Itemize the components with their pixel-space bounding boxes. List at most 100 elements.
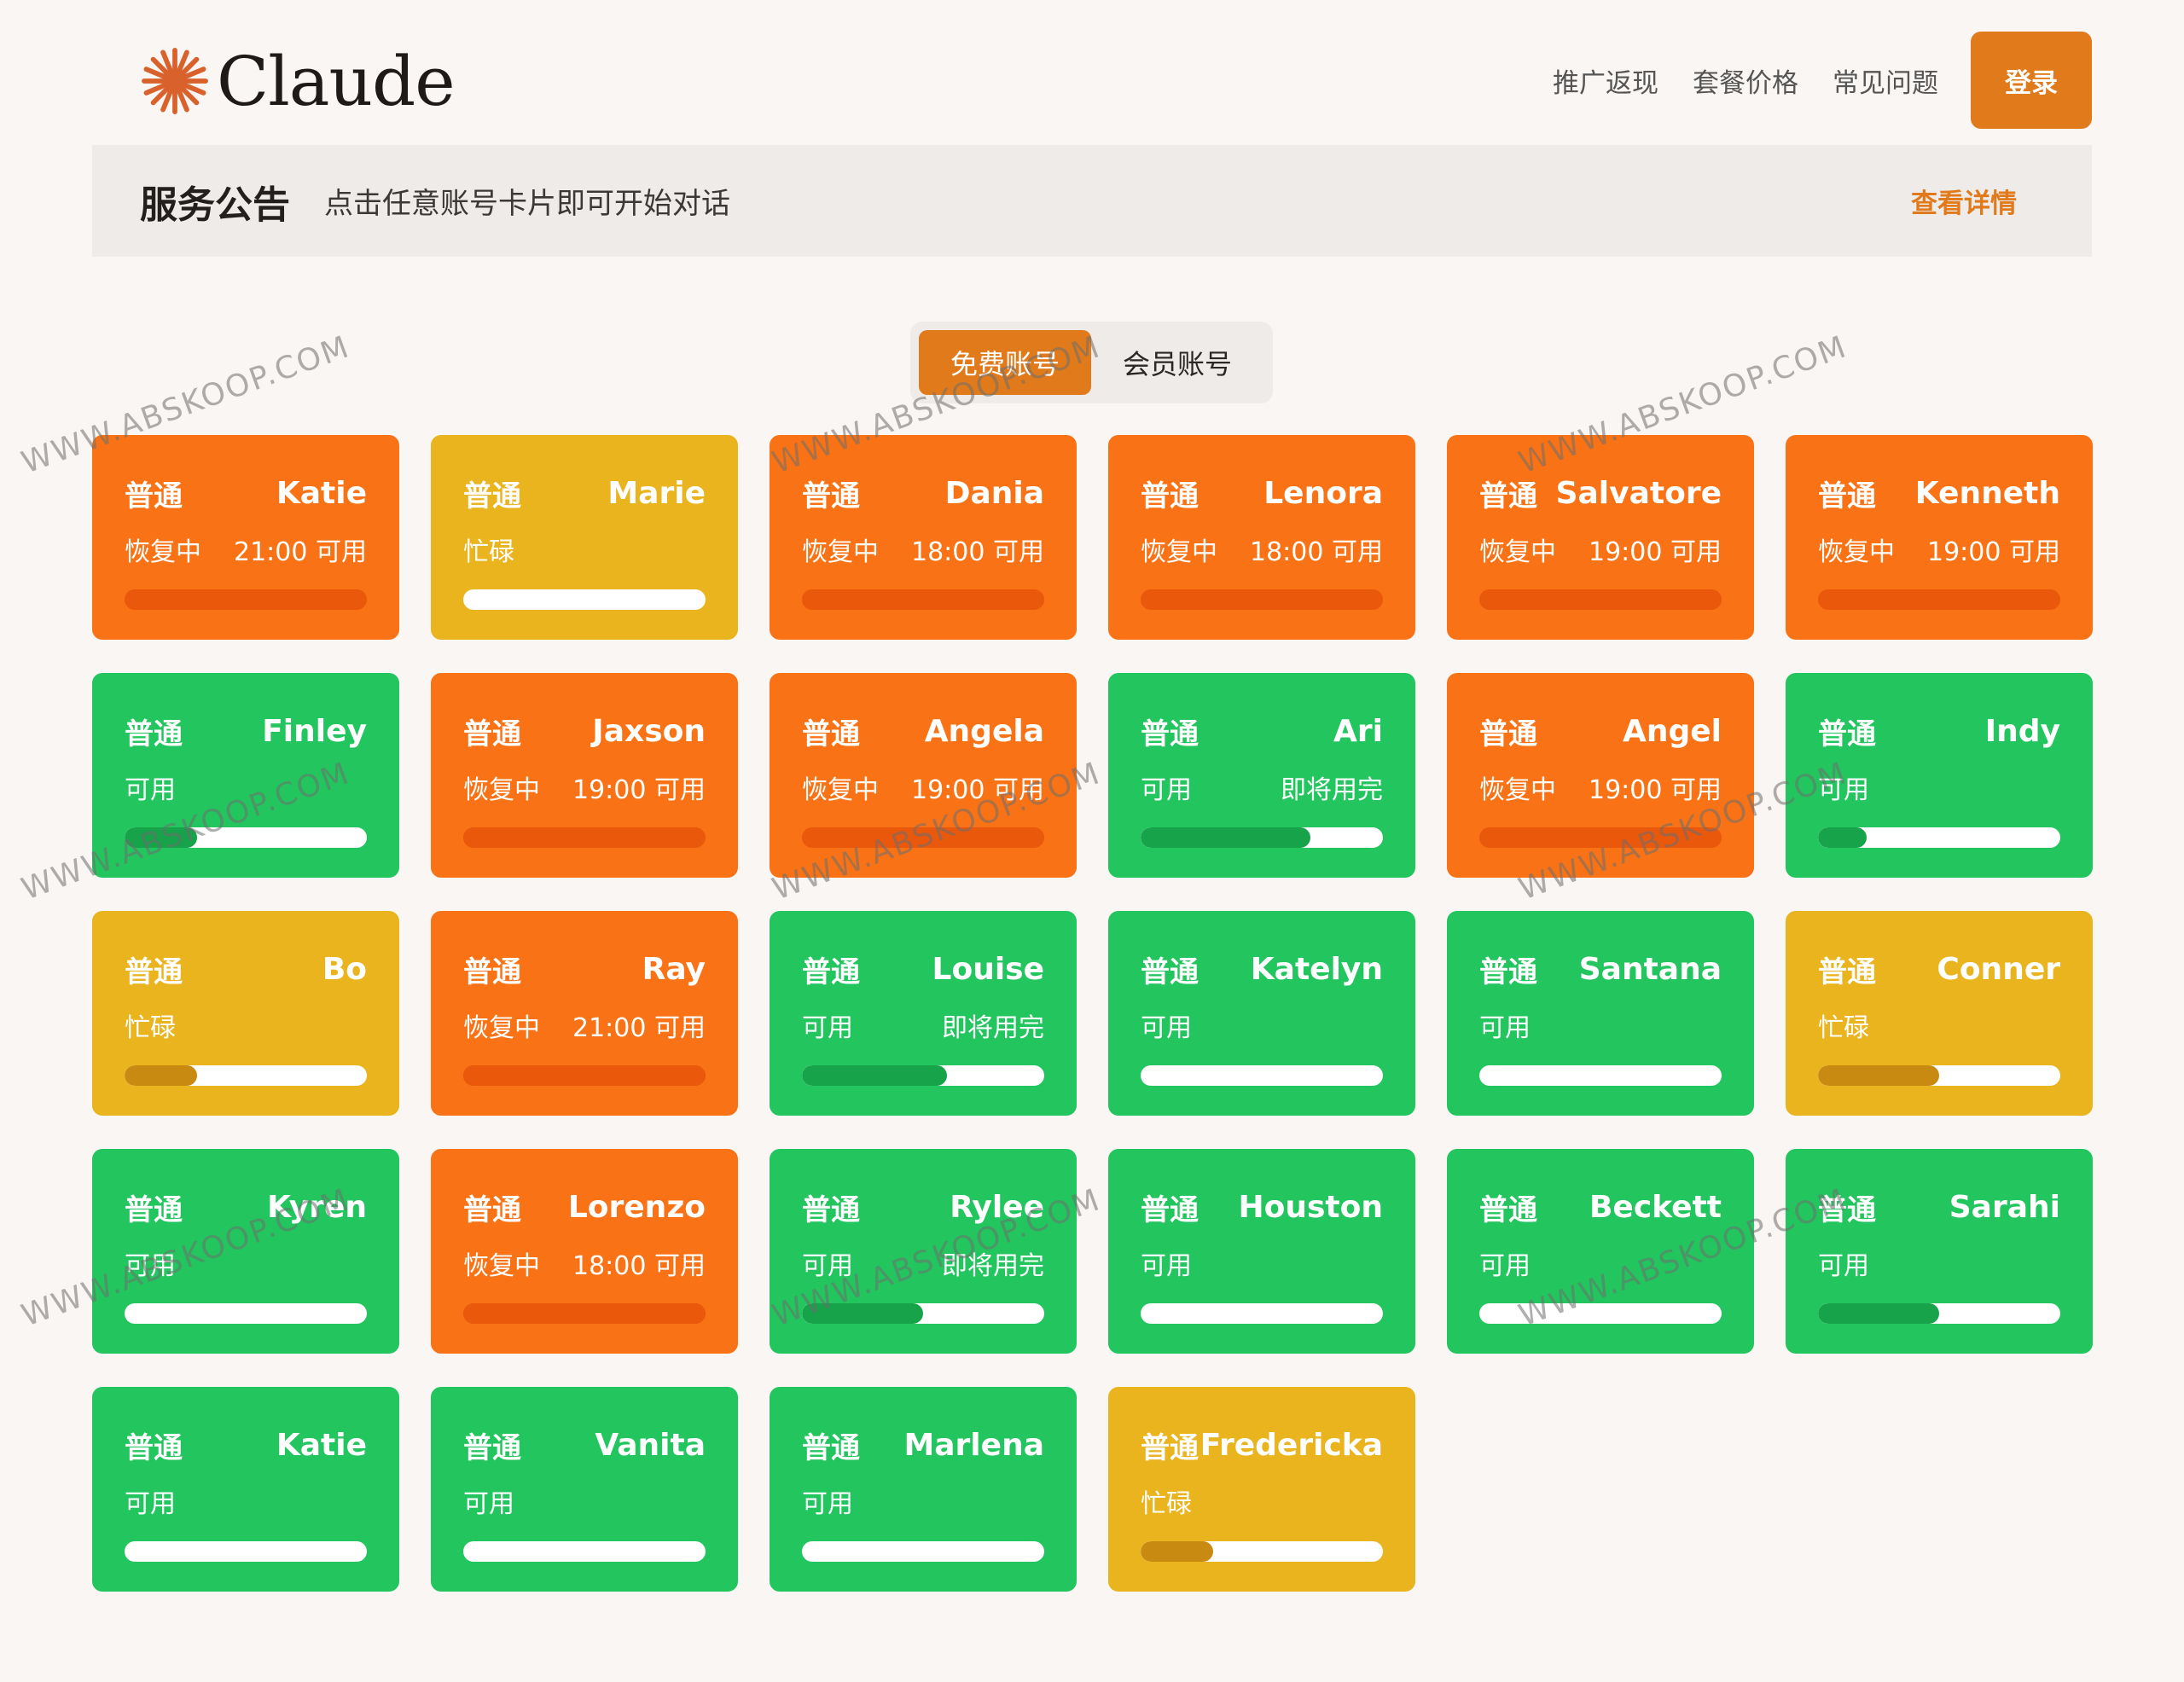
account-status-note: 18:00 可用 xyxy=(911,537,1044,567)
account-status-note: 19:00 可用 xyxy=(1927,537,2060,567)
account-card[interactable]: 普通 Kenneth 恢复中 19:00 可用 xyxy=(1786,435,2093,640)
account-status-note: 18:00 可用 xyxy=(572,1251,706,1281)
card-header: 普通 Marie xyxy=(463,469,706,517)
usage-bar-fill xyxy=(463,1303,706,1324)
nav-link-referral[interactable]: 推广返现 xyxy=(1553,61,1658,100)
account-name: Katelyn xyxy=(1250,951,1383,987)
account-status: 可用 xyxy=(1141,1251,1192,1281)
account-status-note: 21:00 可用 xyxy=(572,1013,706,1043)
login-button[interactable]: 登录 xyxy=(1971,32,2092,129)
card-status-row: 可用 即将用完 xyxy=(1141,768,1383,806)
account-status-note: 21:00 可用 xyxy=(234,537,367,567)
announcement-title: 服务公告 xyxy=(140,183,290,227)
tab-free-accounts[interactable]: 免费账号 xyxy=(919,330,1091,395)
brand-name: Claude xyxy=(217,41,456,121)
account-status-note: 19:00 可用 xyxy=(911,775,1044,805)
card-status-row: 忙碌 xyxy=(1818,1006,2060,1044)
usage-bar xyxy=(125,827,367,848)
usage-bar xyxy=(463,827,706,848)
logo[interactable]: Claude xyxy=(140,41,456,121)
card-status-row: 可用 xyxy=(463,1482,706,1520)
account-card[interactable]: 普通 Angela 恢复中 19:00 可用 xyxy=(770,673,1077,878)
account-card[interactable]: 普通 Sarahi 可用 xyxy=(1786,1149,2093,1354)
account-card[interactable]: 普通 Katelyn 可用 xyxy=(1108,911,1415,1116)
nav-link-pricing[interactable]: 套餐价格 xyxy=(1693,61,1798,100)
usage-bar xyxy=(1141,1065,1383,1086)
account-name: Katie xyxy=(276,1427,367,1463)
account-status: 可用 xyxy=(125,1489,176,1519)
account-name: Bo xyxy=(322,951,367,987)
usage-bar-fill xyxy=(125,1065,198,1086)
card-status-row: 忙碌 xyxy=(463,531,706,568)
account-name: Jaxson xyxy=(592,713,706,749)
card-status-row: 恢复中 19:00 可用 xyxy=(802,768,1044,806)
account-card[interactable]: 普通 Ari 可用 即将用完 xyxy=(1108,673,1415,878)
account-status-note: 即将用完 xyxy=(1281,775,1383,805)
account-card[interactable]: 普通 Rylee 可用 即将用完 xyxy=(770,1149,1077,1354)
account-card[interactable]: 普通 Marlena 可用 xyxy=(770,1387,1077,1592)
usage-bar xyxy=(463,1065,706,1086)
card-status-row: 可用 xyxy=(125,1244,367,1282)
account-tier: 普通 xyxy=(1818,478,1876,513)
account-tier: 普通 xyxy=(125,1430,183,1465)
view-details-link[interactable]: 查看详情 xyxy=(1911,182,2017,220)
card-status-row: 恢复中 19:00 可用 xyxy=(463,768,706,806)
account-card[interactable]: 普通 Vanita 可用 xyxy=(431,1387,738,1592)
account-card[interactable]: 普通 Finley 可用 xyxy=(92,673,399,878)
account-tier: 普通 xyxy=(1479,954,1537,989)
usage-bar-fill xyxy=(1479,827,1722,848)
account-status: 恢复中 xyxy=(802,537,879,567)
card-header: 普通 Lenora xyxy=(1141,469,1383,517)
account-card[interactable]: 普通 Houston 可用 xyxy=(1108,1149,1415,1354)
usage-bar-fill xyxy=(1141,1541,1214,1562)
account-card[interactable]: 普通 Indy 可用 xyxy=(1786,673,2093,878)
account-card[interactable]: 普通 Bo 忙碌 xyxy=(92,911,399,1116)
account-status: 恢复中 xyxy=(463,775,540,805)
usage-bar-fill xyxy=(463,1065,706,1086)
account-status: 可用 xyxy=(1141,775,1192,805)
account-card[interactable]: 普通 Beckett 可用 xyxy=(1447,1149,1754,1354)
account-card[interactable]: 普通 Santana 可用 xyxy=(1447,911,1754,1116)
account-name: Marlena xyxy=(903,1427,1044,1463)
account-card[interactable]: 普通 Ray 恢复中 21:00 可用 xyxy=(431,911,738,1116)
account-tier: 普通 xyxy=(1141,1430,1199,1465)
card-header: 普通 Dania xyxy=(802,469,1044,517)
account-card[interactable]: 普通 Marie 忙碌 xyxy=(431,435,738,640)
account-card[interactable]: 普通 Lorenzo 恢复中 18:00 可用 xyxy=(431,1149,738,1354)
card-header: 普通 Kyren xyxy=(125,1183,367,1231)
account-status: 恢复中 xyxy=(1141,537,1217,567)
usage-bar xyxy=(463,589,706,610)
usage-bar-fill xyxy=(1141,589,1383,610)
account-card[interactable]: 普通 Katie 恢复中 21:00 可用 xyxy=(92,435,399,640)
account-card[interactable]: 普通 Angel 恢复中 19:00 可用 xyxy=(1447,673,1754,878)
account-tier: 普通 xyxy=(463,478,521,513)
usage-bar-fill xyxy=(1818,1065,1939,1086)
card-header: 普通 Salvatore xyxy=(1479,469,1722,517)
card-status-row: 恢复中 21:00 可用 xyxy=(125,531,367,568)
account-card[interactable]: 普通 Salvatore 恢复中 19:00 可用 xyxy=(1447,435,1754,640)
account-card[interactable]: 普通 Lenora 恢复中 18:00 可用 xyxy=(1108,435,1415,640)
account-card[interactable]: 普通 Fredericka 忙碌 xyxy=(1108,1387,1415,1592)
account-card[interactable]: 普通 Kyren 可用 xyxy=(92,1149,399,1354)
nav-link-faq[interactable]: 常见问题 xyxy=(1833,61,1938,100)
claude-star-icon xyxy=(142,48,208,114)
tab-member-accounts[interactable]: 会员账号 xyxy=(1091,330,1263,395)
usage-bar xyxy=(802,827,1044,848)
account-card[interactable]: 普通 Jaxson 恢复中 19:00 可用 xyxy=(431,673,738,878)
top-nav: 推广返现 套餐价格 常见问题 登录 xyxy=(1553,31,2184,130)
account-tier: 普通 xyxy=(1141,478,1199,513)
card-status-row: 可用 xyxy=(1141,1244,1383,1282)
account-name: Marie xyxy=(607,475,706,511)
page: Claude 推广返现 套餐价格 常见问题 登录 服务公告 点击任意账号卡片即可… xyxy=(0,0,2184,1682)
usage-bar xyxy=(125,1303,367,1324)
account-tier: 普通 xyxy=(125,954,183,989)
usage-bar-fill xyxy=(1479,589,1722,610)
account-status: 可用 xyxy=(802,1013,853,1043)
account-status: 恢复中 xyxy=(463,1013,540,1043)
card-status-row: 可用 xyxy=(1818,1244,2060,1282)
usage-bar-fill xyxy=(1141,827,1310,848)
account-card[interactable]: 普通 Katie 可用 xyxy=(92,1387,399,1592)
account-card[interactable]: 普通 Louise 可用 即将用完 xyxy=(770,911,1077,1116)
account-card[interactable]: 普通 Dania 恢复中 18:00 可用 xyxy=(770,435,1077,640)
account-card[interactable]: 普通 Conner 忙碌 xyxy=(1786,911,2093,1116)
